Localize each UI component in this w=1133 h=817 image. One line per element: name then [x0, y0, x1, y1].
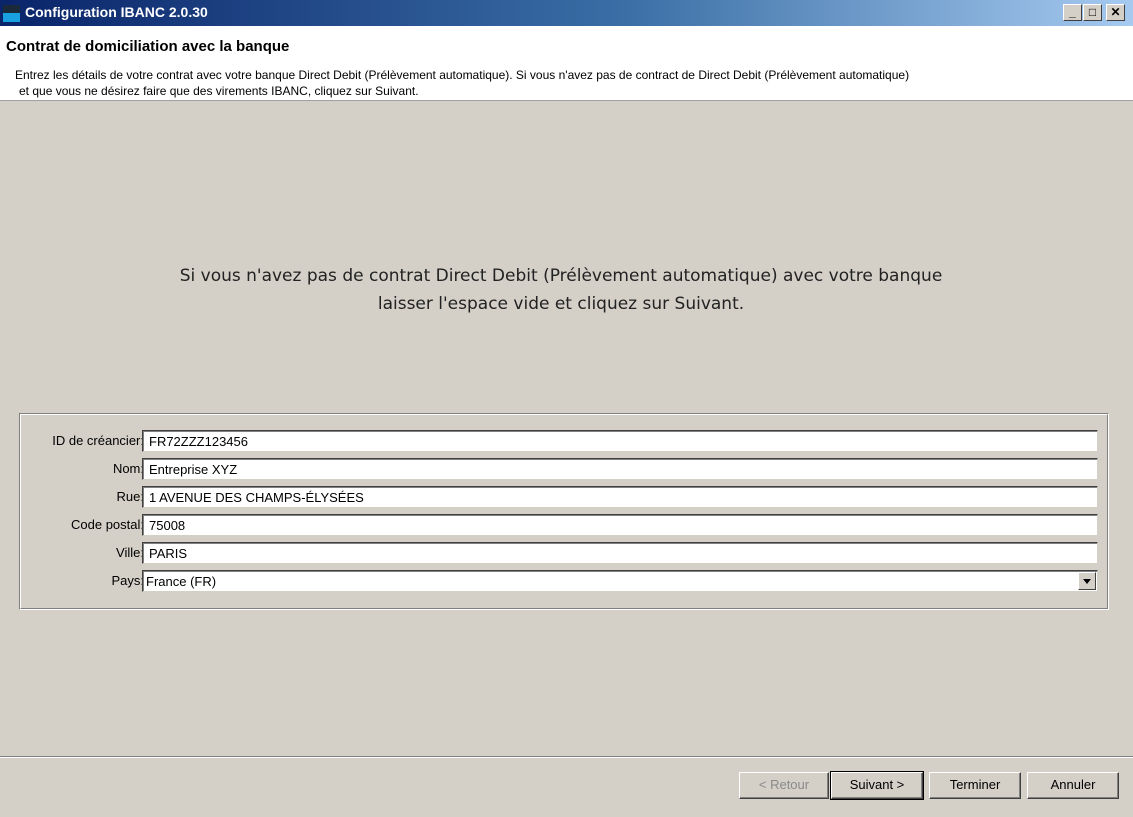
next-button[interactable]: Suivant >	[830, 771, 924, 800]
country-select[interactable]: France (FR)	[142, 570, 1098, 592]
instruction-line-2: laisser l'espace vide et cliquez sur Sui…	[377, 294, 745, 314]
creditor-id-input[interactable]: FR72ZZZ123456	[142, 430, 1098, 452]
instruction-text: Si vous n'avez pas de contrat Direct Deb…	[0, 262, 1122, 318]
creditor-id-label: ID de créancier:	[52, 433, 144, 448]
city-label: Ville:	[116, 545, 144, 560]
close-button[interactable]: ✕	[1106, 4, 1125, 21]
page-title: Contrat de domiciliation avec la banque	[6, 38, 290, 55]
cancel-button[interactable]: Annuler	[1027, 772, 1119, 799]
description-line-2: et que vous ne désirez faire que des vir…	[19, 84, 419, 98]
name-row: Nom: Entreprise XYZ	[21, 458, 1109, 480]
page-description: Entrez les détails de votre contrat avec…	[15, 67, 1115, 99]
city-row: Ville: PARIS	[21, 542, 1109, 564]
maximize-button[interactable]: □	[1083, 4, 1102, 21]
finish-button[interactable]: Terminer	[929, 772, 1021, 799]
postal-code-label: Code postal:	[71, 517, 144, 532]
wizard-header: Contrat de domiciliation avec la banque …	[0, 26, 1133, 101]
minimize-button[interactable]: _	[1063, 4, 1082, 21]
street-row: Rue: 1 AVENUE DES CHAMPS-ÉLYSÉES	[21, 486, 1109, 508]
street-input[interactable]: 1 AVENUE DES CHAMPS-ÉLYSÉES	[142, 486, 1098, 508]
back-button[interactable]: < Retour	[739, 772, 829, 799]
street-label: Rue:	[116, 489, 144, 504]
instruction-line-1: Si vous n'avez pas de contrat Direct Deb…	[179, 266, 943, 286]
dropdown-arrow-icon[interactable]	[1078, 572, 1096, 590]
title-bar[interactable]: Configuration IBANC 2.0.30 _ □ ✕	[0, 0, 1133, 26]
contract-form: ID de créancier: FR72ZZZ123456 Nom: Entr…	[19, 413, 1109, 610]
city-input[interactable]: PARIS	[142, 542, 1098, 564]
country-label: Pays:	[111, 573, 144, 588]
postal-code-input[interactable]: 75008	[142, 514, 1098, 536]
window-title: Configuration IBANC 2.0.30	[25, 4, 208, 20]
postal-code-row: Code postal: 75008	[21, 514, 1109, 536]
name-input[interactable]: Entreprise XYZ	[142, 458, 1098, 480]
footer-divider	[0, 756, 1133, 758]
country-row: Pays: France (FR)	[21, 570, 1109, 592]
country-selected-value: France (FR)	[146, 574, 217, 589]
name-label: Nom:	[112, 461, 144, 476]
creditor-id-row: ID de créancier: FR72ZZZ123456	[21, 430, 1109, 452]
app-icon	[3, 5, 20, 22]
description-line-1: Entrez les détails de votre contrat avec…	[15, 68, 910, 82]
